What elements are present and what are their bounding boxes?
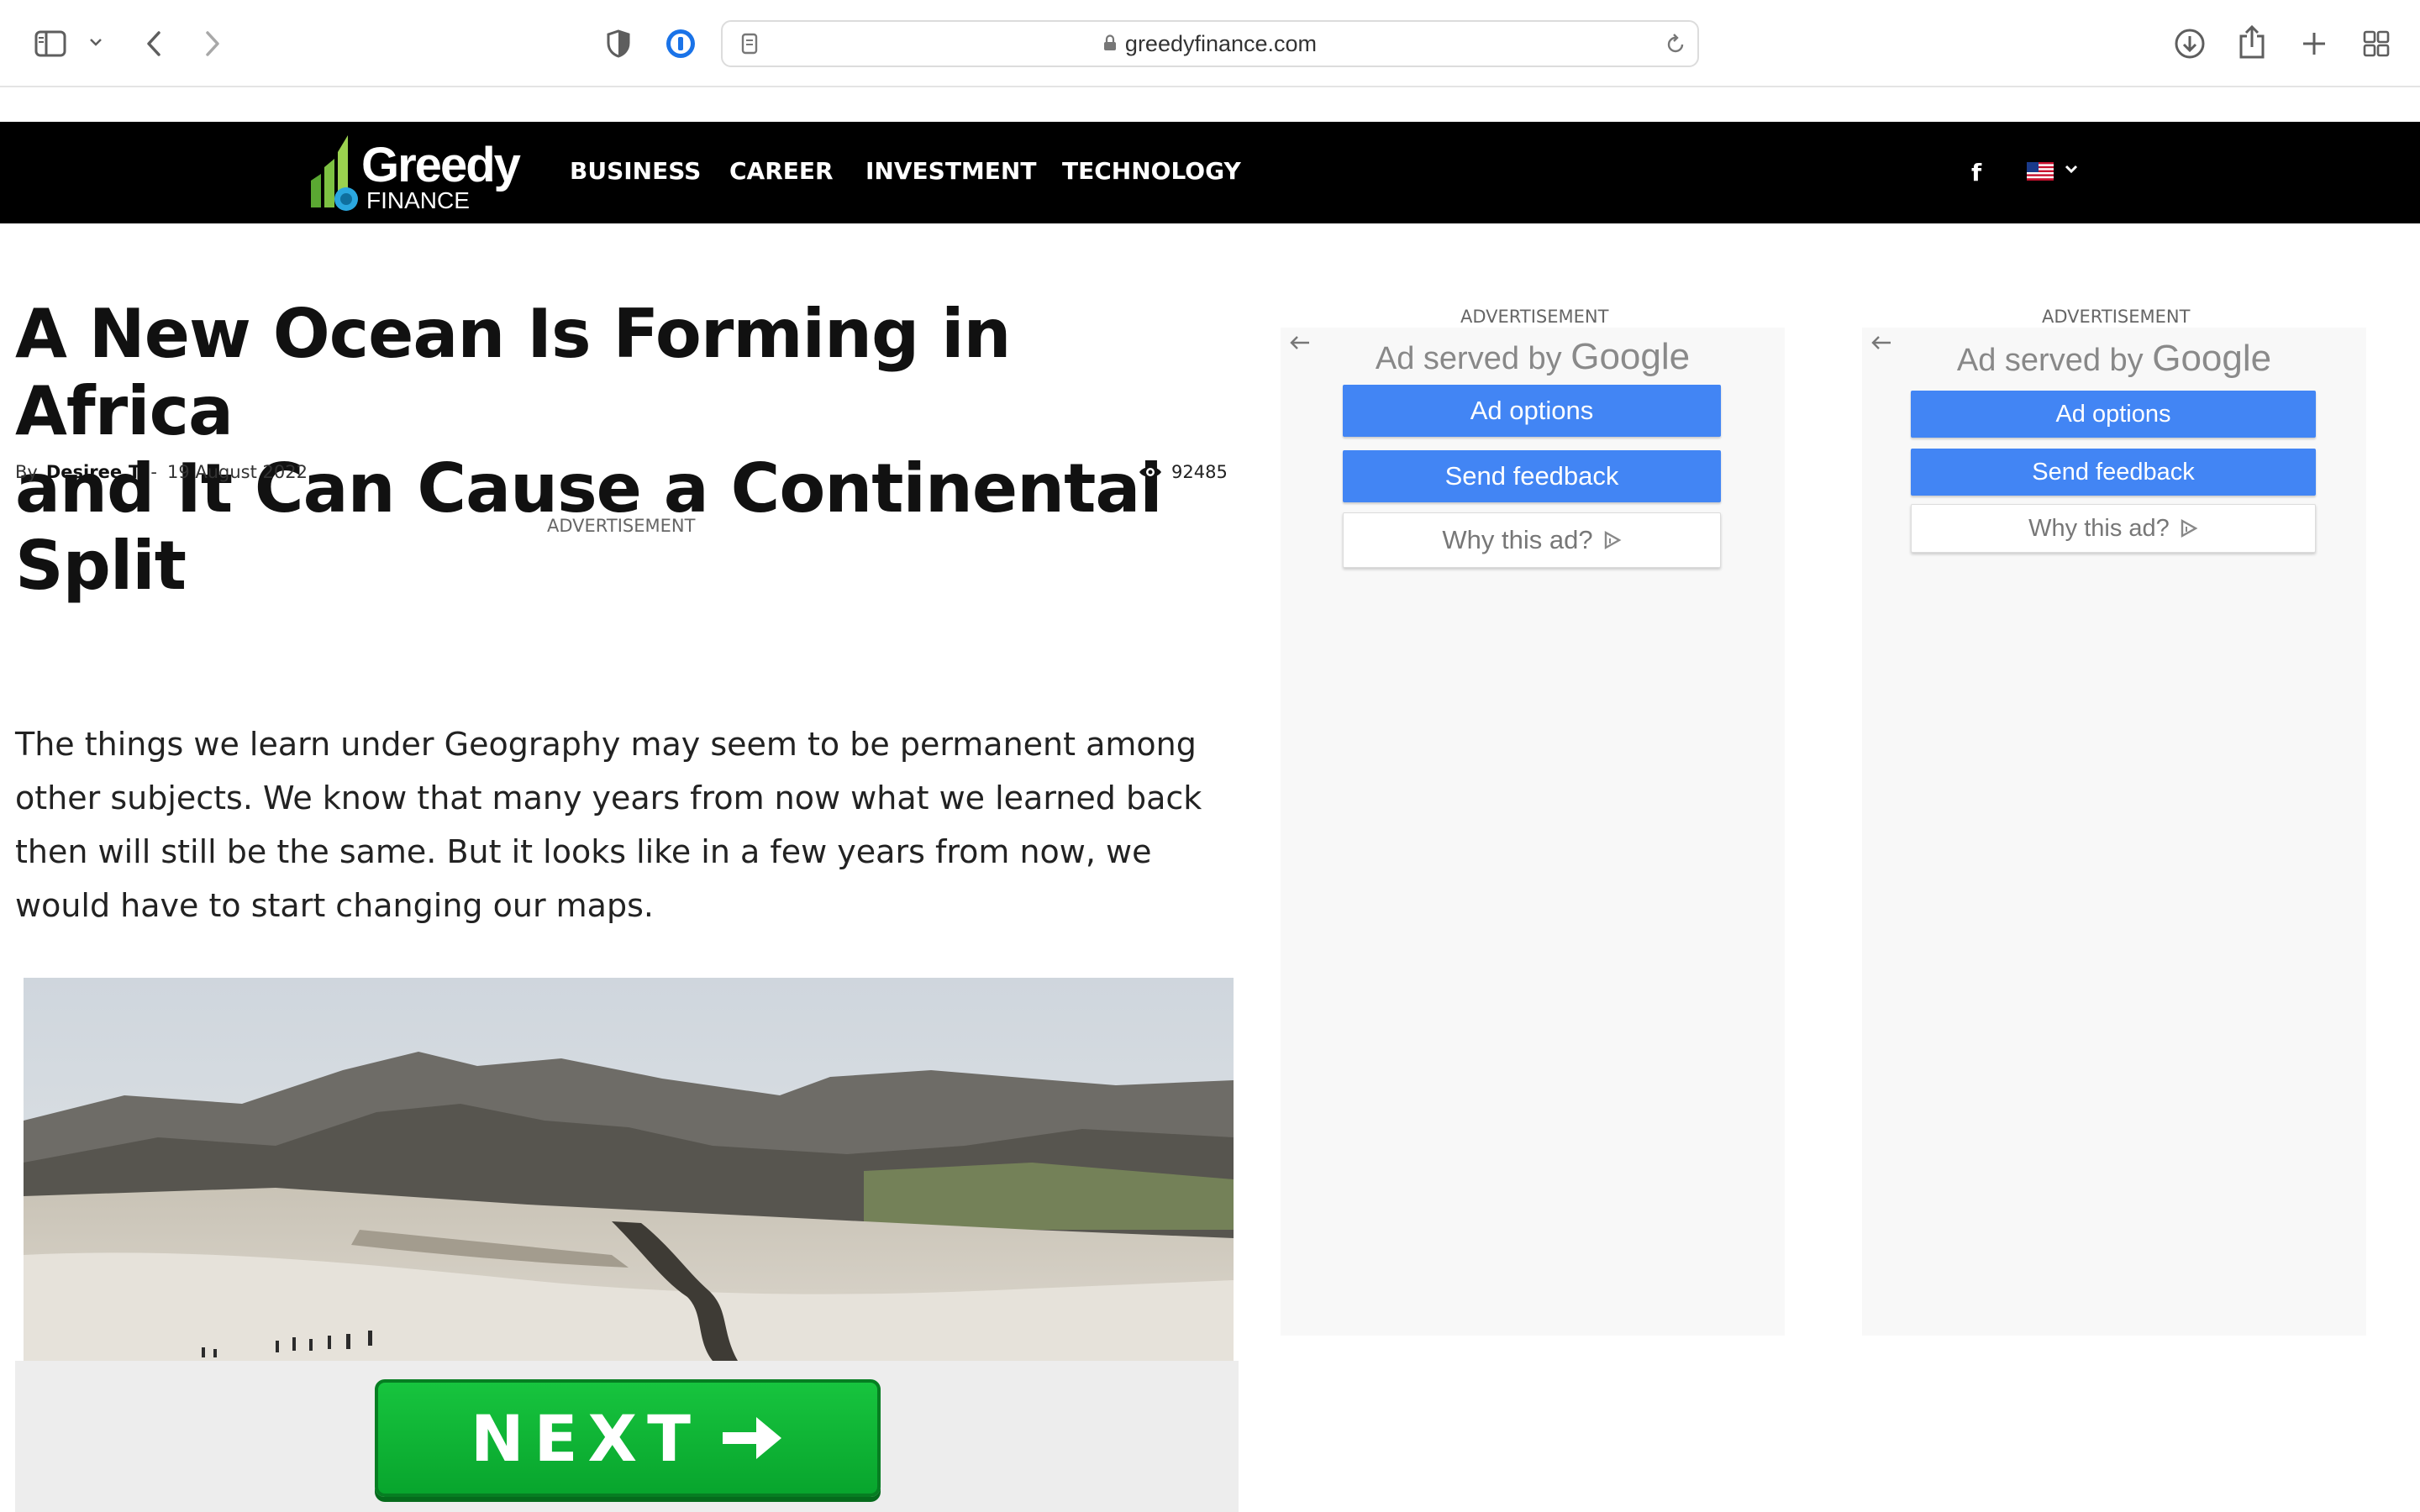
ad1-served-by: Ad served by Google xyxy=(1281,336,1785,378)
ad2-label: ADVERTISEMENT xyxy=(2042,307,2191,327)
ad-panel-2: Ad served by Google Ad options Send feed… xyxy=(1862,328,2366,1336)
ad1-feedback-label: Send feedback xyxy=(1444,461,1619,491)
view-count: 92485 xyxy=(1138,462,1228,482)
article-title: A New Ocean Is Forming in Africa and It … xyxy=(15,296,1242,605)
ad2-adchoices-icon xyxy=(2181,518,2198,538)
byline: By Desiree.T - 19 August 2022 xyxy=(15,462,308,482)
browser-toolbar: greedyfinance.com xyxy=(0,0,2420,87)
ad-panel-1: Ad served by Google Ad options Send feed… xyxy=(1281,328,1785,1336)
ad1-options-button[interactable]: Ad options xyxy=(1343,385,1721,437)
privacy-shield-icon[interactable] xyxy=(603,27,634,60)
address-bar[interactable]: greedyfinance.com xyxy=(721,20,1699,67)
tab-overview-icon[interactable] xyxy=(2360,27,2393,60)
ad2-why-label: Why this ad? xyxy=(2028,514,2170,542)
ad2-served-prefix: Ad served by xyxy=(1956,343,2144,378)
ad2-feedback-label: Send feedback xyxy=(2032,458,2195,486)
ad1-google-wordmark: Google xyxy=(1570,336,1691,377)
new-tab-icon[interactable] xyxy=(2297,27,2331,60)
ad1-why-label: Why this ad? xyxy=(1442,525,1593,554)
ad2-options-button[interactable]: Ad options xyxy=(1911,391,2316,438)
ad1-why-button[interactable]: Why this ad? xyxy=(1343,512,1721,568)
forward-icon[interactable] xyxy=(198,27,227,60)
share-icon[interactable] xyxy=(2235,22,2269,62)
us-flag-icon[interactable] xyxy=(2027,162,2054,181)
ad1-feedback-button[interactable]: Send feedback xyxy=(1343,450,1721,502)
ad2-feedback-button[interactable]: Send feedback xyxy=(1911,449,2316,496)
next-label: NEXT xyxy=(471,1400,701,1476)
ad2-google-wordmark: Google xyxy=(2152,338,2272,379)
view-count-value: 92485 xyxy=(1171,462,1228,482)
password-manager-icon[interactable] xyxy=(664,27,697,60)
article-body: The things we learn under Geography may … xyxy=(15,726,1202,924)
by-label: By xyxy=(15,462,38,482)
logo-mark-icon xyxy=(311,135,358,211)
arrow-right-icon xyxy=(722,1417,781,1459)
facebook-icon[interactable]: f xyxy=(1971,159,1981,186)
ad1-options-label: Ad options xyxy=(1470,396,1594,425)
logo-wordmark: Greedy xyxy=(361,138,521,192)
logo-subtitle: FINANCE xyxy=(366,187,470,213)
language-chevron-icon[interactable] xyxy=(2064,162,2079,178)
ad1-label: ADVERTISEMENT xyxy=(1460,307,1609,327)
ad1-adchoices-icon xyxy=(1604,530,1622,550)
reload-icon[interactable] xyxy=(1664,32,1687,55)
article-photo xyxy=(24,978,1234,1361)
download-icon[interactable] xyxy=(2171,25,2208,62)
url-text: greedyfinance.com xyxy=(1124,30,1318,56)
next-bar: NEXT xyxy=(15,1361,1239,1512)
sidebar-icon[interactable] xyxy=(34,27,67,60)
nav-technology[interactable]: TECHNOLOGY xyxy=(1062,157,1241,185)
article-title-line1: A New Ocean Is Forming in Africa xyxy=(15,295,1011,450)
ad2-served-by: Ad served by Google xyxy=(1862,338,2366,380)
url-display[interactable]: greedyfinance.com xyxy=(723,22,1697,66)
next-button[interactable]: NEXT xyxy=(375,1379,881,1497)
nav-business[interactable]: BUSINESS xyxy=(570,157,701,185)
back-icon[interactable] xyxy=(139,27,168,60)
ad1-served-prefix: Ad served by xyxy=(1375,341,1562,376)
ad2-options-label: Ad options xyxy=(2055,400,2171,428)
byline-separator: - xyxy=(150,462,157,482)
site-header: Greedy FINANCE BUSINESS CAREER INVESTMEN… xyxy=(0,122,2420,223)
author-link[interactable]: Desiree.T xyxy=(46,462,141,482)
article-ad-label: ADVERTISEMENT xyxy=(547,516,696,536)
lock-icon xyxy=(1103,31,1117,57)
chevron-down-icon[interactable] xyxy=(87,34,104,50)
eye-icon xyxy=(1139,467,1161,477)
nav-career[interactable]: CAREER xyxy=(729,157,834,185)
nav-investment[interactable]: INVESTMENT xyxy=(865,157,1036,185)
ad2-why-button[interactable]: Why this ad? xyxy=(1911,504,2316,553)
site-logo[interactable]: Greedy FINANCE xyxy=(308,130,521,214)
publish-date: 19 August 2022 xyxy=(166,462,308,482)
